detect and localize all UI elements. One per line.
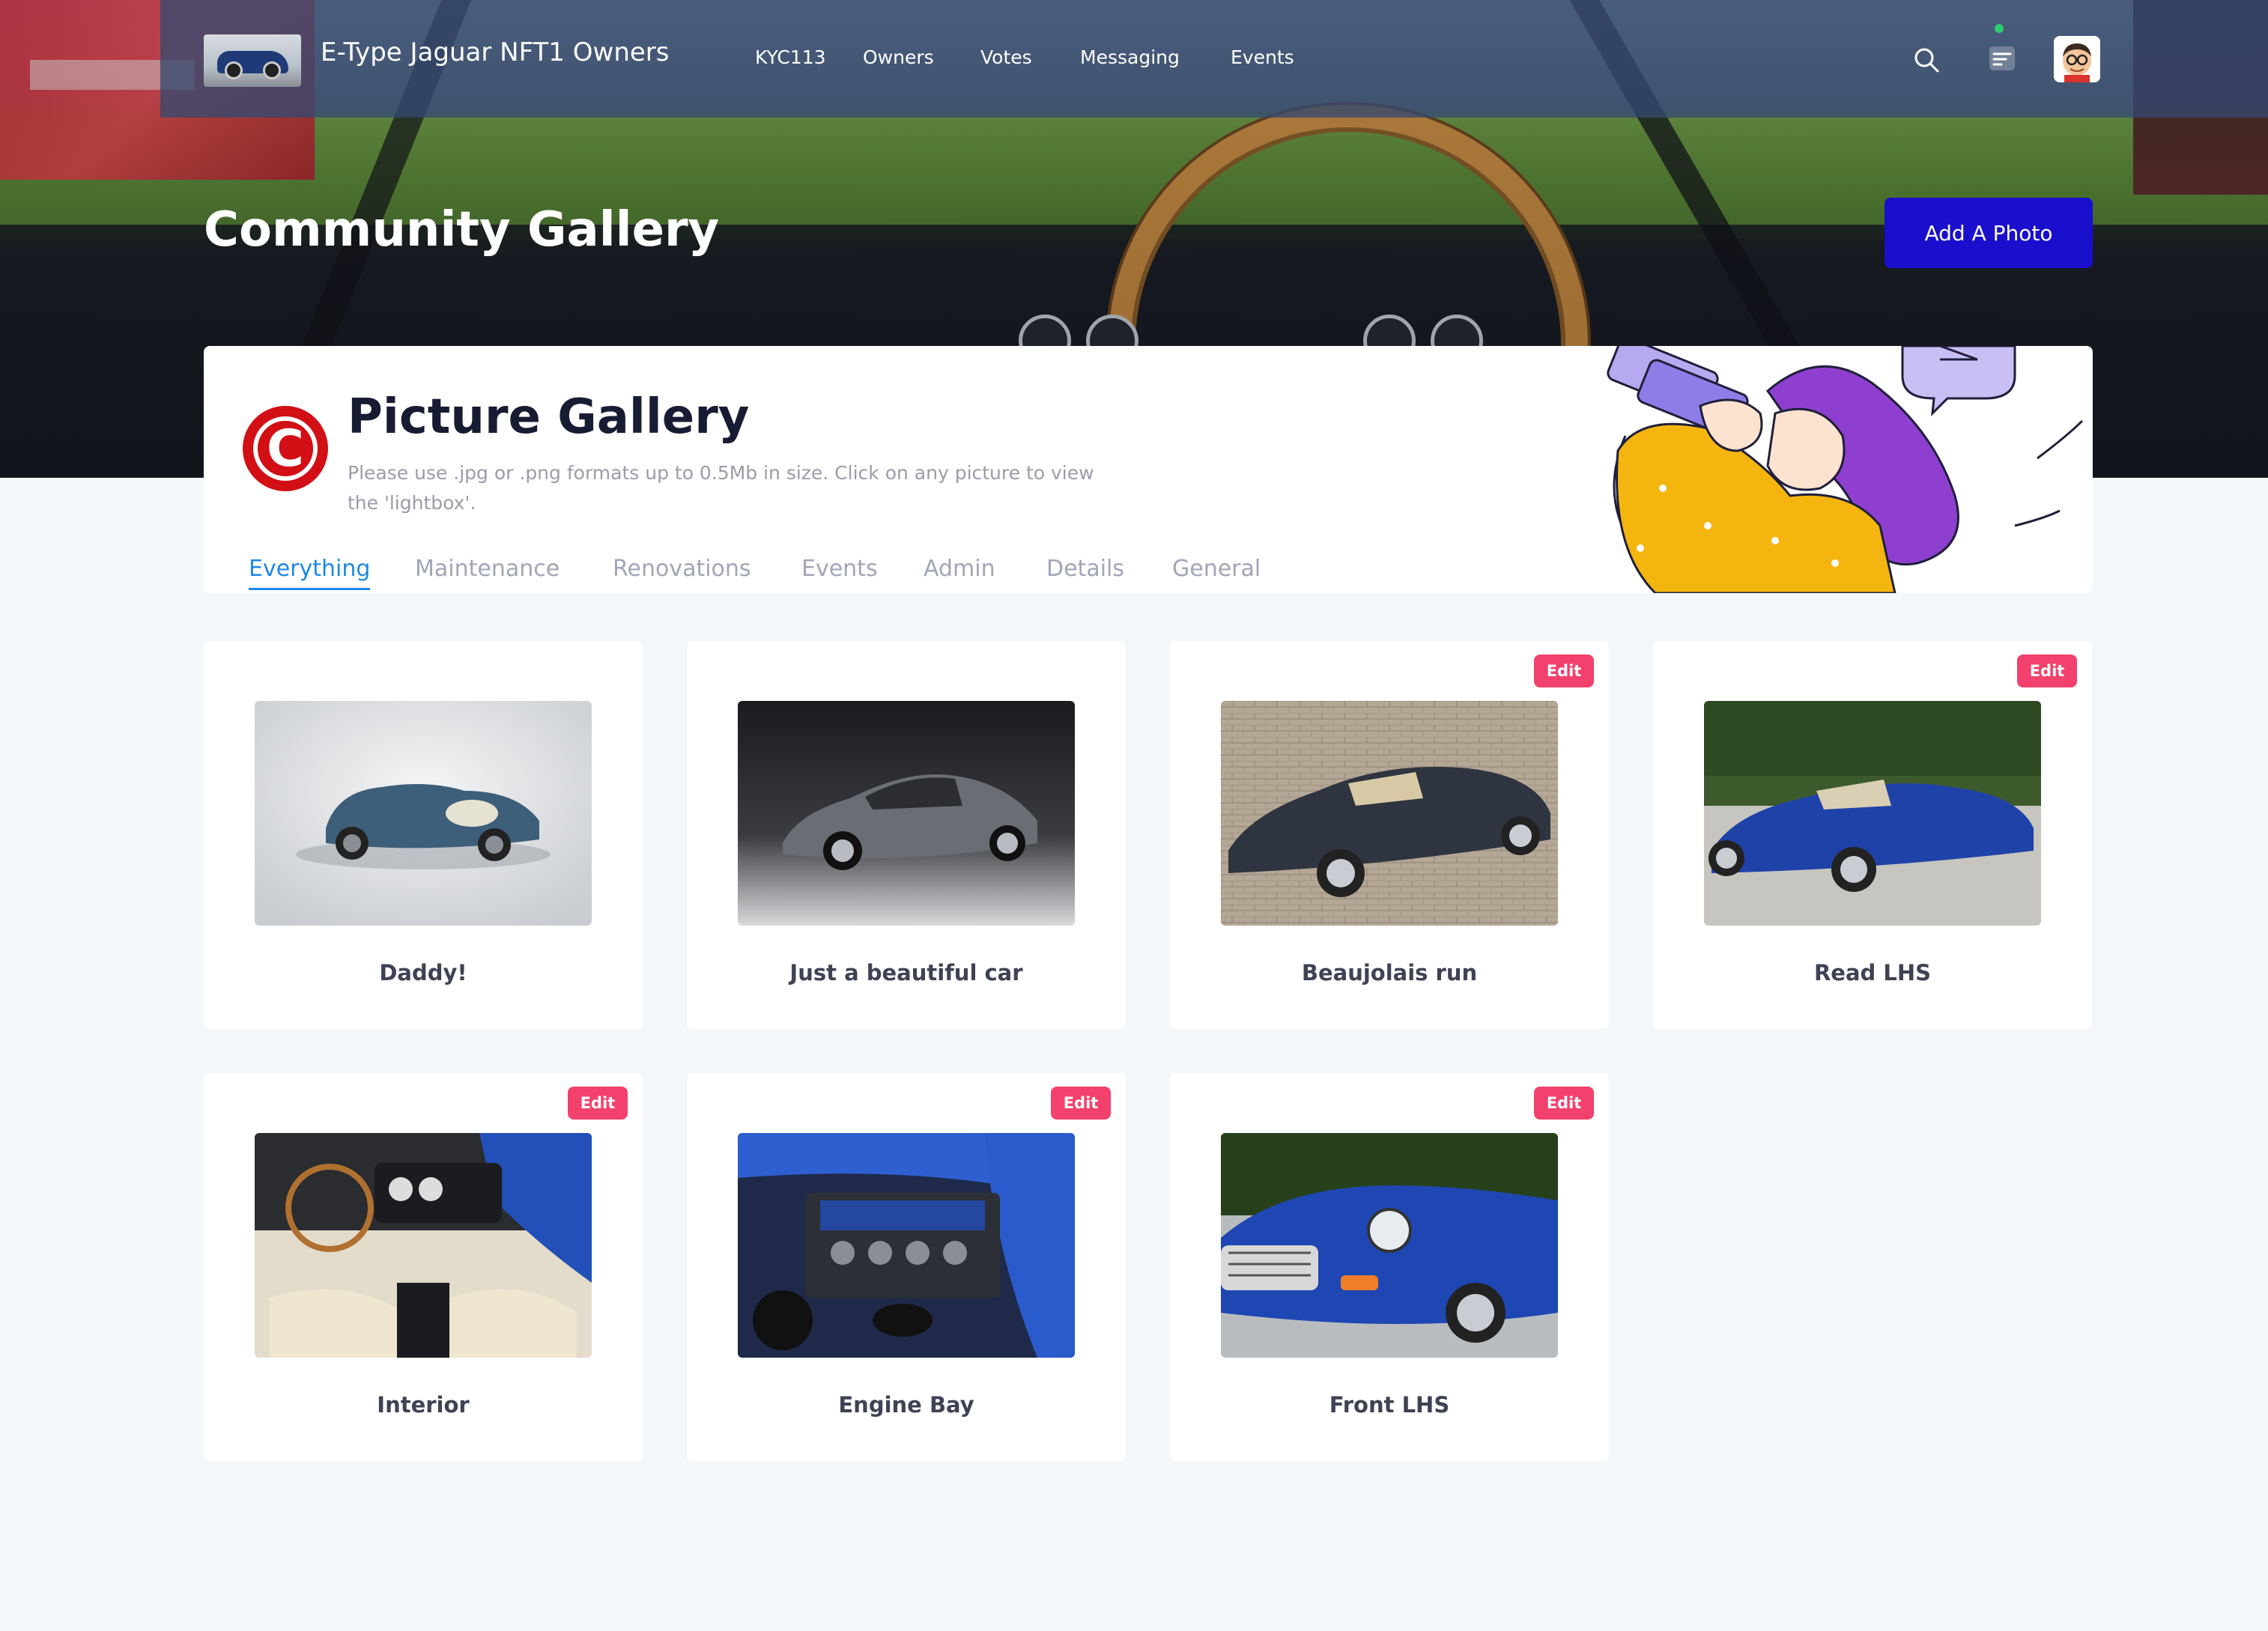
- nav-item-owners[interactable]: Owners: [863, 46, 934, 68]
- notification-dot: [1995, 24, 2004, 33]
- page-title: Community Gallery: [204, 202, 720, 258]
- edit-button[interactable]: Edit: [1051, 1087, 1111, 1120]
- nav-item-events[interactable]: Events: [1231, 46, 1294, 68]
- add-photo-button[interactable]: Add A Photo: [1885, 198, 2093, 268]
- photo-caption: Just a beautiful car: [789, 960, 1023, 985]
- gallery-title: Picture Gallery: [348, 389, 750, 445]
- nav-item-kyc[interactable]: KYC113: [755, 46, 826, 68]
- photo-caption: Read LHS: [1813, 960, 1932, 985]
- nav-item-messaging[interactable]: Messaging: [1080, 46, 1180, 68]
- gallery-logo-letter: C: [253, 416, 318, 481]
- tab-events[interactable]: Events: [801, 556, 878, 588]
- nav-item-votes[interactable]: Votes: [980, 46, 1032, 68]
- brand-name[interactable]: E-Type Jaguar NFT1 Owners: [321, 37, 669, 67]
- photo-caption: Daddy!: [379, 960, 467, 985]
- photo-caption: Beaujolais run: [1301, 960, 1478, 985]
- photo-thumbnail[interactable]: [738, 701, 1075, 926]
- gallery-logo: C: [243, 406, 328, 491]
- edit-button[interactable]: Edit: [568, 1087, 628, 1120]
- photo-thumbnail[interactable]: [1704, 701, 2041, 926]
- photo-card[interactable]: Daddy!: [204, 641, 643, 1029]
- photo-thumbnail[interactable]: [1221, 701, 1558, 926]
- photo-thumbnail[interactable]: [255, 701, 592, 926]
- edit-button[interactable]: Edit: [1534, 654, 1594, 687]
- photo-thumbnail[interactable]: [738, 1133, 1075, 1358]
- photo-caption: Engine Bay: [838, 1392, 974, 1418]
- search-icon[interactable]: [1911, 45, 1941, 75]
- photo-card[interactable]: Edit Interior: [204, 1073, 643, 1461]
- tab-general[interactable]: General: [1172, 556, 1261, 588]
- photo-card[interactable]: Edit Read LHS: [1653, 641, 2092, 1029]
- tab-renovations[interactable]: Renovations: [613, 556, 751, 588]
- binoculars-illustration: [1595, 346, 2093, 593]
- edit-button[interactable]: Edit: [2017, 654, 2077, 687]
- photo-card[interactable]: Just a beautiful car: [687, 641, 1126, 1029]
- user-avatar[interactable]: [2054, 36, 2100, 82]
- photo-card[interactable]: Edit Engine Bay: [687, 1073, 1126, 1461]
- brand-logo-thumbnail[interactable]: [204, 34, 301, 87]
- brand-car-icon: [217, 51, 288, 79]
- photo-thumbnail[interactable]: [1221, 1133, 1558, 1358]
- edit-button[interactable]: Edit: [1534, 1087, 1594, 1120]
- tab-maintenance[interactable]: Maintenance: [415, 556, 560, 588]
- gallery-help-text: Please use .jpg or .png formats up to 0.…: [348, 462, 1094, 514]
- tab-admin[interactable]: Admin: [924, 556, 995, 588]
- photo-thumbnail[interactable]: [255, 1133, 592, 1358]
- photo-caption: Interior: [377, 1392, 470, 1418]
- menu-lines-icon[interactable]: [1988, 43, 2019, 73]
- tab-everything[interactable]: Everything: [249, 556, 371, 590]
- photo-caption: Front LHS: [1329, 1392, 1450, 1418]
- photo-card[interactable]: Edit Beaujolais run: [1170, 641, 1609, 1029]
- tab-details[interactable]: Details: [1046, 556, 1124, 588]
- photo-card[interactable]: Edit Front LHS: [1170, 1073, 1609, 1461]
